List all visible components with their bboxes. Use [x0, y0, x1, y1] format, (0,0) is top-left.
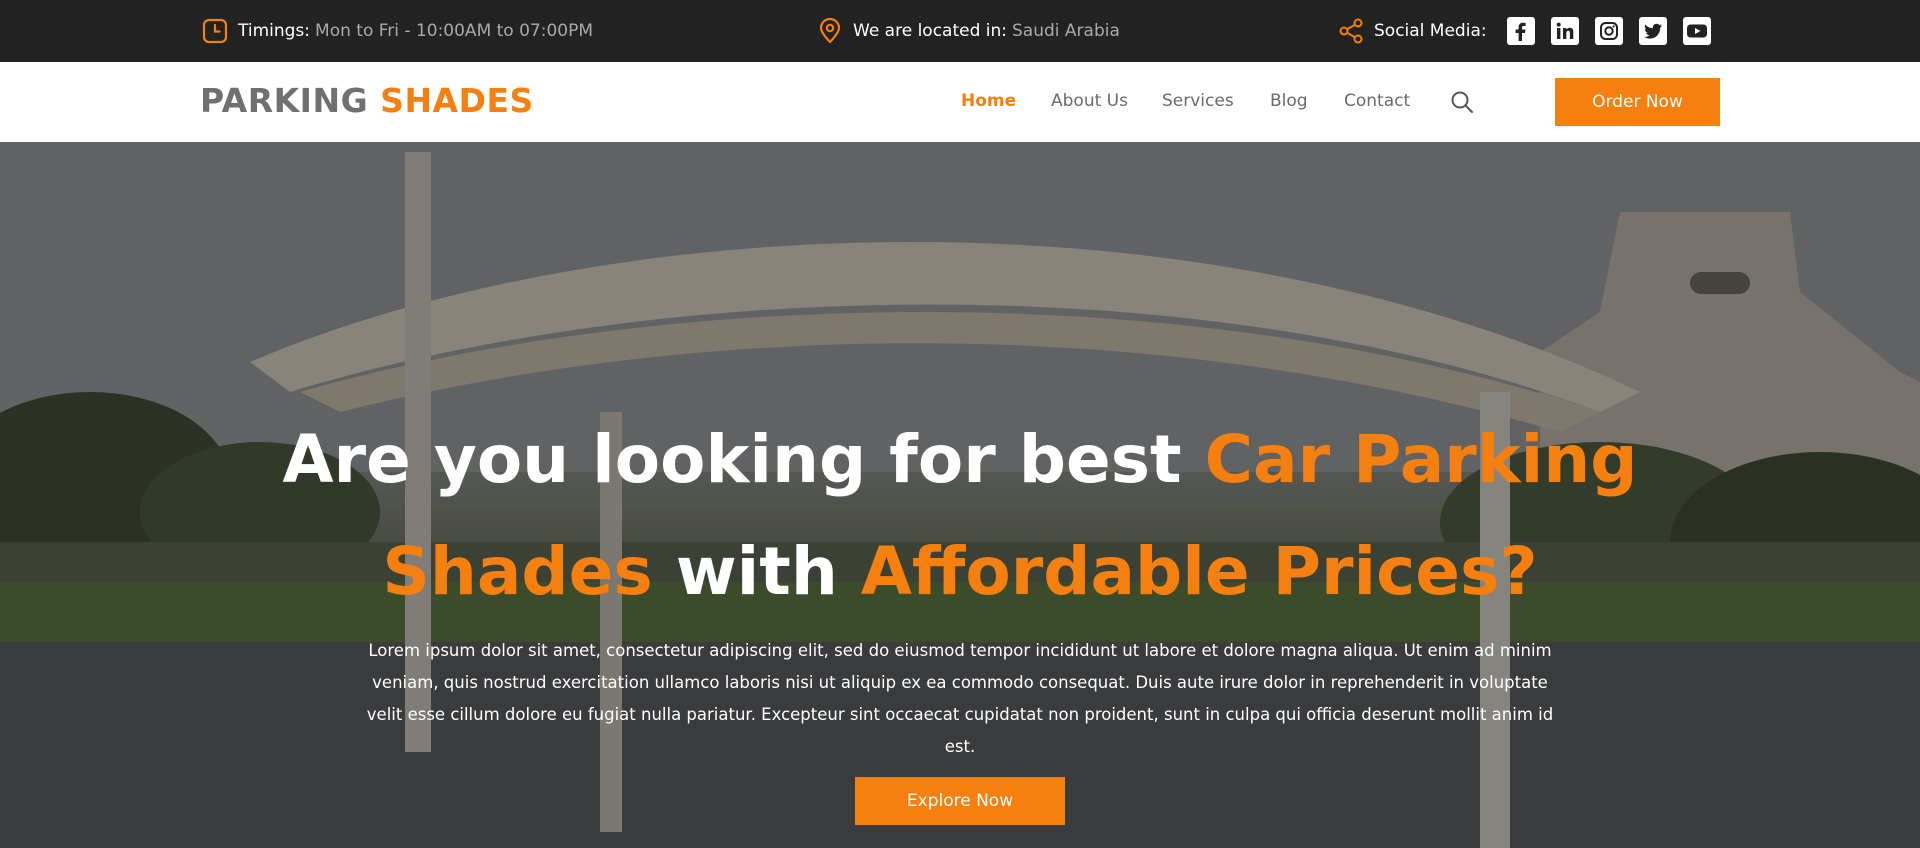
nav-services[interactable]: Services	[1162, 91, 1234, 111]
youtube-icon[interactable]	[1683, 17, 1711, 45]
share-icon	[1338, 18, 1364, 44]
search-icon[interactable]	[1450, 90, 1474, 114]
hero-title: Are you looking for best Car Parking Sha…	[0, 404, 1920, 628]
location-value: Saudi Arabia	[1012, 21, 1120, 41]
hero-title-part-1: Are you looking for best	[282, 421, 1205, 498]
map-pin-icon	[817, 18, 843, 44]
logo-part-shades: SHADES	[380, 81, 534, 120]
clock-icon	[202, 18, 228, 44]
social-label: Social Media:	[1374, 21, 1487, 41]
nav-blog[interactable]: Blog	[1270, 91, 1308, 111]
twitter-icon[interactable]	[1639, 17, 1667, 45]
social-links	[1507, 17, 1711, 45]
hero-title-highlight-3: Affordable Prices?	[860, 533, 1538, 610]
site-logo[interactable]: PARKING SHADES	[200, 81, 534, 120]
hero-title-highlight-2: Shades	[382, 533, 653, 610]
location-info: We are located in: Saudi Arabia	[817, 0, 1120, 62]
top-info-bar: Timings: Mon to Fri - 10:00AM to 07:00PM…	[0, 0, 1920, 62]
timings-info: Timings: Mon to Fri - 10:00AM to 07:00PM	[202, 0, 593, 62]
hero-title-highlight-1: Car Parking	[1204, 421, 1638, 498]
hero-title-part-2: with	[652, 533, 861, 610]
main-header: PARKING SHADES Home About Us Services Bl…	[0, 62, 1920, 142]
location-label: We are located in:	[853, 21, 1008, 41]
explore-now-button[interactable]: Explore Now	[855, 777, 1065, 825]
nav-contact[interactable]: Contact	[1344, 91, 1410, 111]
instagram-icon[interactable]	[1595, 17, 1623, 45]
order-now-button[interactable]: Order Now	[1555, 78, 1720, 126]
hero-description: Lorem ipsum dolor sit amet, consectetur …	[366, 641, 1554, 756]
linkedin-icon[interactable]	[1551, 17, 1579, 45]
social-info: Social Media:	[1338, 0, 1487, 62]
nav-about-us[interactable]: About Us	[1051, 91, 1128, 111]
timings-label: Timings:	[238, 21, 311, 41]
logo-part-parking: PARKING	[200, 81, 369, 120]
timings-value: Mon to Fri - 10:00AM to 07:00PM	[315, 21, 594, 41]
nav-home[interactable]: Home	[961, 91, 1016, 111]
hero-section: Are you looking for best Car Parking Sha…	[0, 142, 1920, 848]
facebook-icon[interactable]	[1507, 17, 1535, 45]
